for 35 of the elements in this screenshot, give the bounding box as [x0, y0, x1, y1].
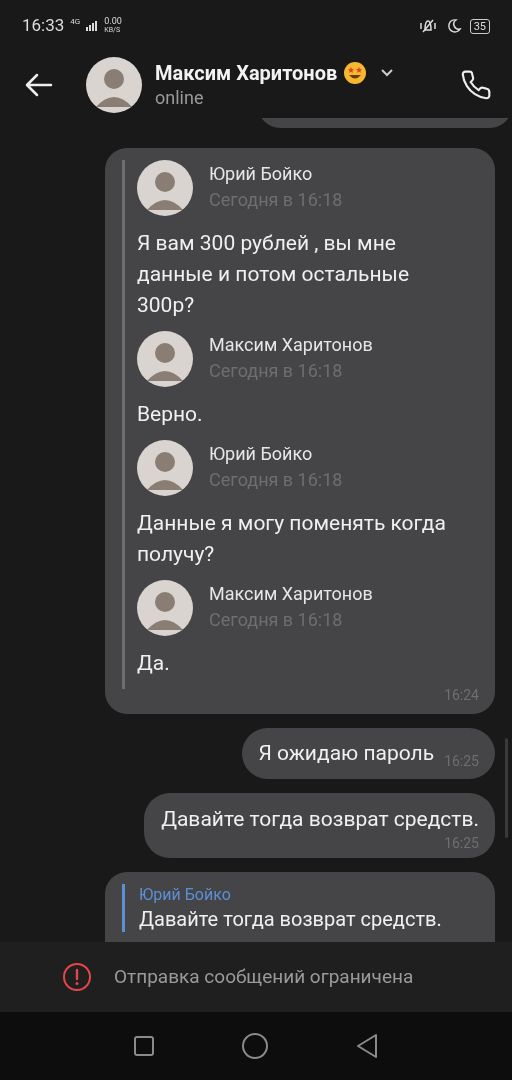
battery-icon: 35 — [469, 18, 490, 34]
author-name: Максим Харитонов — [209, 333, 373, 357]
avatar-icon — [137, 580, 193, 636]
chevron-down-icon[interactable] — [379, 68, 396, 78]
contact-name: Максим Харитонов — [155, 60, 338, 86]
back-arrow-icon[interactable] — [25, 73, 53, 97]
smiley-icon — [343, 61, 368, 85]
clock: 16:33 — [22, 14, 65, 38]
author-name: Юрий Бойко — [209, 442, 314, 466]
message-text: Давайте тогда возврат средств. — [161, 806, 479, 833]
avatar-icon — [137, 160, 193, 216]
moon-icon — [445, 18, 462, 34]
data-speed: 0.00 — [104, 17, 122, 26]
back-button-icon[interactable] — [355, 1033, 379, 1059]
vibrate-icon — [417, 18, 438, 34]
phone-icon[interactable] — [460, 69, 492, 101]
message-text: Данные я могу поменять когда получу? — [137, 510, 447, 568]
home-button-icon[interactable] — [241, 1032, 269, 1060]
contact-status: online — [155, 86, 205, 110]
author-name: Юрий Бойко — [209, 162, 314, 186]
network-type: 4G — [70, 16, 81, 28]
avatar-icon — [86, 57, 142, 113]
message-text: Да. — [137, 650, 171, 677]
avatar-icon — [137, 331, 193, 387]
avatar-icon — [137, 440, 193, 496]
restriction-notice: Отправка сообщений ограничена — [114, 963, 414, 990]
warning-icon — [62, 962, 92, 992]
reply-text: Давайте тогда возврат средств. — [139, 906, 443, 932]
reply-author: Юрий Бойко — [139, 884, 232, 906]
message-text: Я вам 300 рублей , вы мне данные и потом остальные 300р? — [137, 230, 410, 319]
signal-icon — [86, 21, 99, 31]
message-text: Верно. — [137, 401, 204, 428]
author-name: Максим Харитонов — [209, 582, 373, 606]
recents-button-icon[interactable] — [133, 1035, 155, 1057]
message-text: Я ожидаю пароль — [258, 739, 435, 767]
